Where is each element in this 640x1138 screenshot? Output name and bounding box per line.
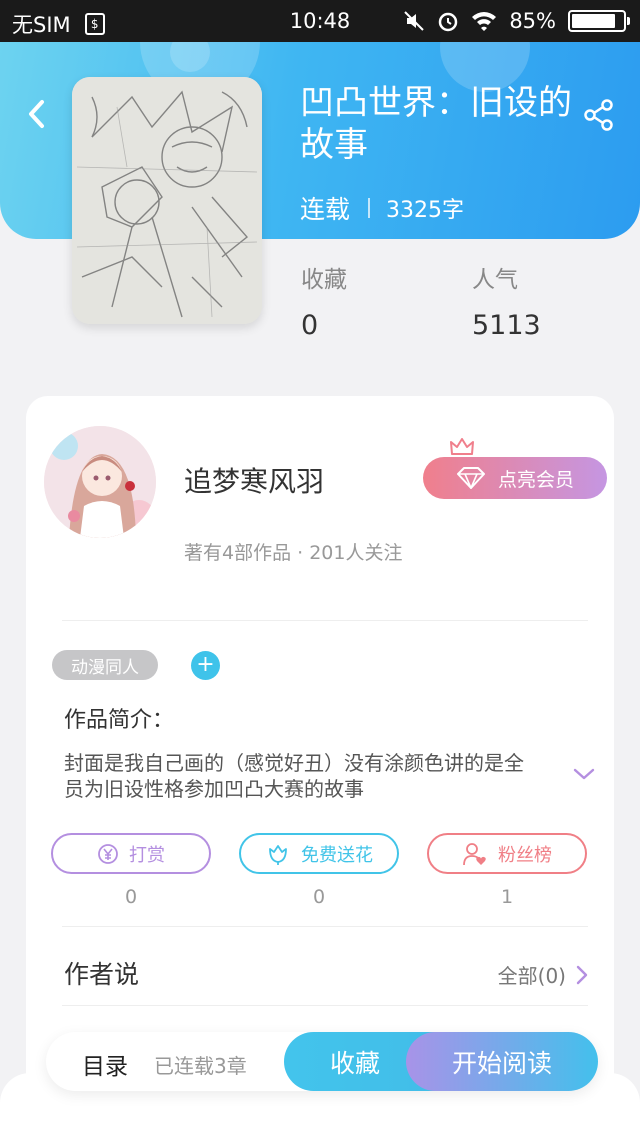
- vip-button[interactable]: 点亮会员: [423, 457, 607, 499]
- word-count: 3325字: [386, 198, 465, 223]
- flower-count: 0: [312, 886, 326, 908]
- toc-button[interactable]: 目录: [82, 1047, 128, 1081]
- author-avatar[interactable]: [44, 426, 156, 538]
- back-icon[interactable]: [22, 96, 52, 132]
- intro-text: 封面是我自己画的（感觉好丑）没有涂颜色讲的是全员为旧设性格参加凹凸大赛的故事: [64, 751, 524, 801]
- author-name[interactable]: 追梦寒风羽: [184, 460, 324, 500]
- action-label: 打赏: [129, 844, 165, 866]
- fan-ranking-button[interactable]: 粉丝榜: [427, 833, 587, 874]
- add-tag-button[interactable]: +: [191, 651, 220, 680]
- tag-chip[interactable]: 动漫同人: [52, 650, 158, 680]
- wifi-icon: [472, 12, 497, 31]
- book-cover: [72, 77, 262, 324]
- serial-status: 连载: [300, 195, 351, 224]
- stat-label: 人气: [472, 267, 518, 293]
- battery-icon: [568, 10, 630, 32]
- all-link-label: 全部(0): [497, 964, 566, 988]
- action-label: 免费送花: [301, 844, 373, 866]
- chevron-down-icon[interactable]: [572, 766, 596, 782]
- collect-label: 收藏: [329, 1048, 380, 1078]
- stat-popularity: 人气 5113: [472, 260, 541, 341]
- crown-icon: [450, 438, 474, 455]
- stat-favorites: 收藏 0: [301, 260, 347, 341]
- divider: [62, 1005, 588, 1006]
- start-reading-button[interactable]: 开始阅读: [406, 1032, 598, 1091]
- divider: [62, 620, 588, 621]
- chevron-right-icon: [576, 965, 588, 984]
- divider: [62, 926, 588, 927]
- fan-count: 1: [500, 886, 514, 908]
- author-say-label: 作者说: [64, 960, 140, 989]
- intro-label: 作品简介：: [64, 708, 175, 733]
- status-bar: 无SIM $ 10:48 85%: [0, 0, 640, 42]
- book-title: 凹凸世界：旧设的故事: [300, 83, 572, 165]
- tip-count: 0: [124, 886, 138, 908]
- read-label: 开始阅读: [451, 1048, 552, 1078]
- meta-divider: [368, 198, 371, 218]
- author-summary: 著有4部作品 · 201人关注: [184, 542, 403, 564]
- flower-icon: [269, 844, 287, 865]
- action-label: 粉丝榜: [498, 844, 552, 866]
- diamond-icon: [456, 467, 485, 489]
- author-say-all-link[interactable]: 全部(0): [498, 960, 588, 989]
- stat-value: 5113: [472, 310, 541, 341]
- battery-level: [572, 14, 615, 28]
- stat-value: 0: [301, 310, 319, 341]
- yen-icon: [98, 843, 118, 864]
- send-flower-button[interactable]: 免费送花: [239, 833, 399, 874]
- fan-icon: [463, 842, 486, 865]
- book-meta: 连载 3325字: [300, 190, 464, 226]
- tip-button[interactable]: 打赏: [51, 833, 211, 874]
- mute-icon: [404, 11, 425, 31]
- chapter-count: 已连载3章: [154, 1054, 247, 1078]
- alarm-icon: [439, 12, 458, 32]
- battery-percent: 85%: [509, 9, 556, 33]
- bottom-action-bar: 目录 已连载3章 收藏 开始阅读: [46, 1032, 598, 1091]
- vip-label: 点亮会员: [497, 468, 574, 491]
- stat-label: 收藏: [301, 267, 347, 293]
